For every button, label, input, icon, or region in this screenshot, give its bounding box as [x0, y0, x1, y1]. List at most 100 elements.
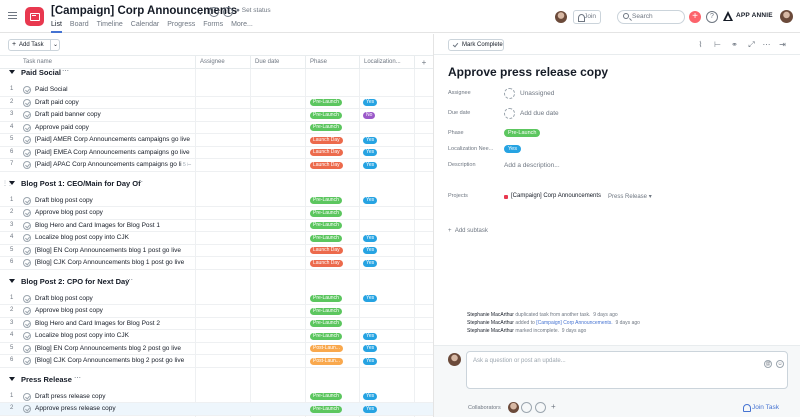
collapse-triangle-icon[interactable]	[9, 180, 15, 185]
add-collaborator-button[interactable]: +	[551, 402, 556, 411]
description-input[interactable]: Add a description...	[504, 162, 560, 169]
complete-checkbox-icon[interactable]	[23, 246, 31, 255]
task-name[interactable]: [Blog] CJK Corp Announcements blog 1 pos…	[35, 259, 193, 266]
complete-checkbox-icon[interactable]	[23, 392, 31, 401]
phase-tag[interactable]: Pre-Launch	[310, 222, 342, 229]
join-task-button[interactable]: Join Task	[743, 404, 779, 412]
task-row[interactable]: 2 Approve blog post copy Pre-Launch	[0, 207, 433, 220]
task-name[interactable]: Blog Hero and Card Images for Blog Post …	[35, 222, 193, 229]
complete-checkbox-icon[interactable]	[23, 307, 31, 315]
section-more-icon[interactable]: ⋯	[62, 67, 69, 75]
task-row[interactable]: 2 Approve press release copy Pre-Launch Yes	[0, 403, 433, 416]
chevron-down-icon[interactable]: ⌄	[197, 8, 204, 17]
mark-complete-button[interactable]: Mark Complete	[448, 39, 504, 51]
task-row[interactable]: 1 Draft blog post copy Pre-Launch Yes	[0, 293, 433, 305]
task-row[interactable]: 2 Approve blog post copy Pre-Launch	[0, 305, 433, 318]
phase-tag[interactable]: Pre-Launch	[310, 209, 342, 217]
add-collaborator-icon[interactable]	[535, 402, 546, 413]
task-name[interactable]: Approve blog post copy	[35, 307, 193, 314]
info-icon[interactable]: i	[209, 7, 219, 17]
calendar-icon[interactable]	[504, 108, 515, 119]
task-name[interactable]: Draft blog post copy	[35, 197, 193, 204]
phase-tag[interactable]: Launch Day	[310, 161, 343, 169]
tab-more[interactable]: More...	[231, 20, 253, 33]
complete-checkbox-icon[interactable]	[23, 221, 31, 230]
comment-input[interactable]: Ask a question or post an update...	[466, 351, 788, 389]
localization-tag[interactable]: Yes	[363, 149, 378, 156]
project-link[interactable]: [Campaign] Corp Announcements.	[536, 320, 612, 326]
task-row[interactable]: 3 Blog Hero and Card Images for Blog Post…	[0, 220, 433, 232]
section-header[interactable]: Paid Social ⋯	[0, 68, 433, 79]
section-title[interactable]: Blog Post 1: CEO/Main for Day Of	[21, 179, 141, 188]
task-row[interactable]: 1 Draft blog post copy Pre-Launch Yes	[0, 195, 433, 207]
subtask-count[interactable]: 5 ⊢	[183, 162, 192, 168]
phase-value[interactable]: Pre-Launch	[504, 129, 541, 137]
task-row[interactable]: 4 Localize blog post copy into CJK Pre-Lau…	[0, 330, 433, 343]
localization-tag[interactable]: Yes	[363, 234, 378, 242]
phase-tag[interactable]: Pre-Launch	[310, 405, 342, 413]
phase-tag[interactable]: Launch Day	[310, 149, 343, 156]
section-title[interactable]: Press Release	[21, 375, 72, 384]
task-name[interactable]: [Blog] EN Corp Announcements blog 2 post…	[35, 345, 193, 352]
add-task-button[interactable]: + Add Task ⌄	[8, 39, 60, 51]
complete-checkbox-icon[interactable]	[23, 344, 31, 353]
collapse-triangle-icon[interactable]	[9, 70, 15, 74]
tab-calendar[interactable]: Calendar	[131, 20, 159, 33]
complete-checkbox-icon[interactable]	[23, 209, 31, 217]
task-row[interactable]: 5 [Blog] EN Corp Announcements blog 2 pos…	[0, 343, 433, 355]
phase-tag[interactable]: Post-Laun...	[310, 345, 343, 352]
phase-tag[interactable]: Post-Laun...	[310, 357, 343, 365]
complete-checkbox-icon[interactable]	[23, 319, 31, 328]
task-row[interactable]: 4 Approve paid copy Pre-Launch	[0, 122, 433, 134]
complete-checkbox-icon[interactable]	[23, 111, 31, 119]
localization-tag[interactable]: Yes	[363, 357, 378, 365]
collaborator-avatar[interactable]	[508, 402, 519, 413]
task-name[interactable]: Approve paid copy	[35, 124, 193, 131]
complete-checkbox-icon[interactable]	[23, 123, 31, 132]
localization-value[interactable]: Yes	[504, 145, 521, 153]
task-row[interactable]: 5 [Blog] EN Corp Announcements blog 1 pos…	[0, 245, 433, 257]
task-name[interactable]: [Blog] CJK Corp Announcements blog 2 pos…	[35, 357, 193, 364]
phase-tag[interactable]: Launch Day	[310, 136, 343, 144]
favorite-star-icon[interactable]: ☆	[223, 7, 233, 17]
tab-board[interactable]: Board	[70, 20, 89, 33]
task-row[interactable]: 2 Draft paid copy Pre-Launch Yes	[0, 97, 433, 109]
localization-tag[interactable]: Yes	[363, 247, 378, 254]
localization-tag[interactable]: Yes	[363, 136, 378, 144]
complete-checkbox-icon[interactable]	[23, 136, 31, 144]
phase-tag[interactable]: Pre-Launch	[310, 393, 342, 400]
localization-tag[interactable]: No	[363, 111, 376, 119]
attachment-icon[interactable]: ⌇	[696, 40, 705, 49]
chevron-down-icon[interactable]: ⌄	[50, 40, 60, 50]
tab-progress[interactable]: Progress	[167, 20, 195, 33]
task-name[interactable]: [Paid] AMER Corp Announcements campaigns…	[35, 136, 193, 143]
task-row[interactable]: 6 [Paid] EMEA Corp Announcements campaign…	[0, 147, 433, 159]
collapse-triangle-icon[interactable]	[9, 376, 15, 381]
complete-checkbox-icon[interactable]	[23, 148, 31, 157]
phase-tag[interactable]: Pre-Launch	[310, 124, 342, 131]
section-header[interactable]: ⋮⋮ Blog Post 1: CEO/Main for Day Of ⋯	[0, 179, 433, 190]
phase-tag[interactable]: Pre-Launch	[310, 295, 342, 302]
task-row[interactable]: 4 Localize blog post copy into CJK Pre-Lau…	[0, 232, 433, 245]
tab-forms[interactable]: Forms	[203, 20, 223, 33]
complete-checkbox-icon[interactable]	[23, 161, 31, 169]
phase-tag[interactable]: Launch Day	[310, 247, 343, 254]
localization-tag[interactable]: Yes	[363, 197, 378, 204]
section-more-icon[interactable]: ⋯	[126, 276, 133, 284]
tab-list[interactable]: List	[51, 20, 62, 33]
complete-checkbox-icon[interactable]	[23, 332, 31, 340]
more-options-icon[interactable]: ⋯	[762, 40, 771, 49]
task-name[interactable]: Draft blog post copy	[35, 295, 193, 302]
task-row[interactable]: 6 [Blog] CJK Corp Announcements blog 2 po…	[0, 355, 433, 368]
complete-checkbox-icon[interactable]	[23, 405, 31, 413]
localization-tag[interactable]: Yes	[363, 259, 378, 267]
fullscreen-icon[interactable]: ⤢	[747, 40, 756, 49]
phase-tag[interactable]: Pre-Launch	[310, 332, 342, 340]
task-row[interactable]: 1 Draft press release copy Pre-Launch Yes	[0, 391, 433, 403]
quick-add-button[interactable]: +	[689, 11, 701, 23]
project-section-dropdown[interactable]: Press Release ▾	[608, 193, 652, 200]
section-title[interactable]: Blog Post 2: CPO for Next Day	[21, 277, 129, 286]
task-row[interactable]: 6 [Blog] CJK Corp Announcements blog 1 po…	[0, 257, 433, 270]
task-row[interactable]: 3 Draft paid banner copy Pre-Launch No	[0, 109, 433, 122]
collapse-triangle-icon[interactable]	[9, 278, 15, 283]
